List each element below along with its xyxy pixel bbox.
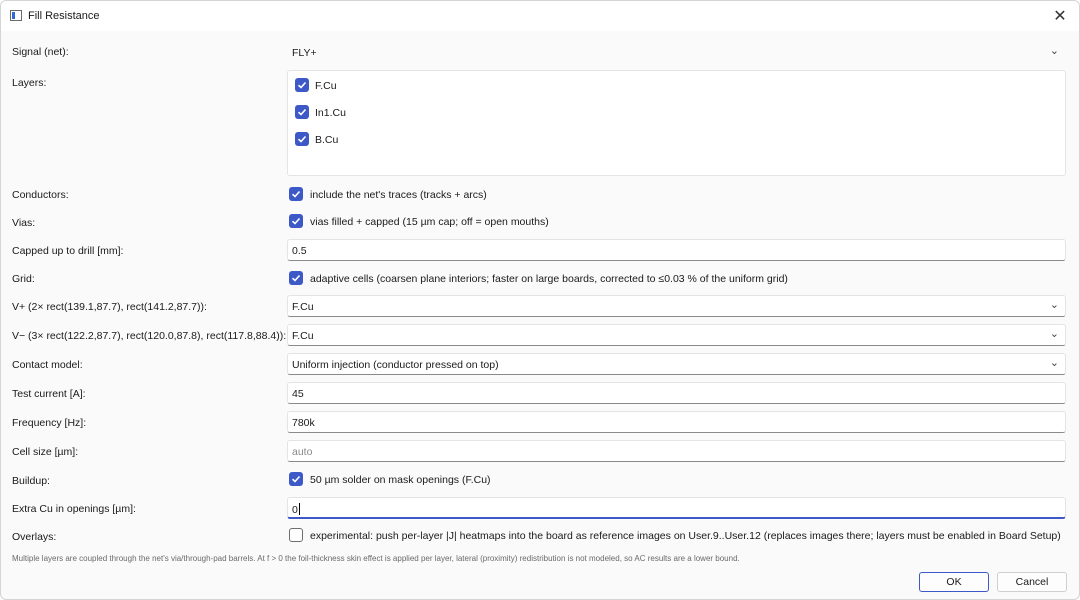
signal-value: FLY+: [292, 47, 317, 59]
vminus-layer-select[interactable]: F.Cu ⌄: [287, 324, 1066, 346]
capped-label: Capped up to drill [mm]:: [12, 245, 124, 257]
layer-in1cu-checkbox[interactable]: [295, 105, 309, 119]
grid-checkbox-label: adaptive cells (coarsen plane interiors;…: [310, 273, 788, 285]
layers-list: F.Cu In1.Cu B.Cu: [287, 70, 1066, 176]
contact-value: Uniform injection (conductor pressed on …: [292, 359, 499, 371]
signal-select[interactable]: FLY+ ⌄: [287, 41, 1066, 63]
vias-label: Vias:: [12, 217, 36, 229]
signal-label: Signal (net):: [12, 46, 69, 58]
grid-label: Grid:: [12, 273, 35, 285]
cellsize-placeholder: auto: [292, 446, 313, 458]
vminus-label: V− (3× rect(122.2,87.7), rect(120.0,87.8…: [12, 330, 287, 342]
window-title: Fill Resistance: [28, 10, 100, 22]
vplus-value: F.Cu: [292, 301, 314, 313]
chevron-down-icon: ⌄: [1049, 45, 1059, 57]
cell-size-input[interactable]: auto: [287, 440, 1066, 462]
vplus-layer-select[interactable]: F.Cu ⌄: [287, 295, 1066, 317]
layer-fcu-label: F.Cu: [315, 80, 337, 92]
conductors-label: Conductors:: [12, 189, 69, 201]
buildup-checkbox[interactable]: [289, 472, 303, 486]
buildup-label: Buildup:: [12, 475, 50, 487]
frequency-value: 780k: [292, 417, 315, 429]
conductors-checkbox[interactable]: [289, 187, 303, 201]
title-bar: Fill Resistance ✕: [1, 1, 1079, 31]
vias-checkbox[interactable]: [289, 214, 303, 228]
footnote: Multiple layers are coupled through the …: [12, 554, 740, 563]
extracu-label: Extra Cu in openings [µm]:: [12, 503, 136, 515]
grid-checkbox[interactable]: [289, 271, 303, 285]
capped-value: 0.5: [292, 245, 307, 257]
chevron-down-icon: ⌄: [1049, 357, 1059, 369]
contact-model-select[interactable]: Uniform injection (conductor pressed on …: [287, 353, 1066, 375]
vplus-label: V+ (2× rect(139.1,87.7), rect(141.2,87.7…: [12, 301, 207, 313]
close-icon[interactable]: ✕: [1049, 6, 1071, 26]
vias-checkbox-label: vias filled + capped (15 µm cap; off = o…: [310, 216, 549, 228]
text-caret: [298, 503, 300, 515]
vminus-value: F.Cu: [292, 330, 314, 342]
conductors-checkbox-label: include the net's traces (tracks + arcs): [310, 189, 487, 201]
layer-fcu-checkbox[interactable]: [295, 78, 309, 92]
app-window-icon: [10, 10, 22, 21]
cellsize-label: Cell size [µm]:: [12, 446, 79, 458]
extra-cu-input[interactable]: 0: [287, 497, 1066, 519]
extracu-value-wrap: 0: [292, 503, 300, 516]
cancel-button[interactable]: Cancel: [997, 572, 1067, 592]
layer-bcu-label: B.Cu: [315, 134, 339, 146]
overlays-checkbox[interactable]: [289, 528, 303, 542]
chevron-down-icon: ⌄: [1049, 328, 1059, 340]
fill-resistance-dialog: Fill Resistance ✕ Signal (net): FLY+ ⌄ L…: [0, 0, 1080, 600]
layer-in1cu-label: In1.Cu: [315, 107, 346, 119]
extracu-value: 0: [292, 504, 298, 516]
ok-button[interactable]: OK: [919, 572, 989, 592]
chevron-down-icon: ⌄: [1049, 299, 1059, 311]
test-current-input[interactable]: 45: [287, 382, 1066, 404]
layers-label: Layers:: [12, 77, 47, 89]
overlays-label: Overlays:: [12, 531, 57, 543]
capped-drill-input[interactable]: 0.5: [287, 239, 1066, 261]
frequency-label: Frequency [Hz]:: [12, 417, 87, 429]
buildup-checkbox-label: 50 µm solder on mask openings (F.Cu): [310, 474, 491, 486]
current-value: 45: [292, 388, 304, 400]
frequency-input[interactable]: 780k: [287, 411, 1066, 433]
current-label: Test current [A]:: [12, 388, 86, 400]
overlays-checkbox-label: experimental: push per-layer |J| heatmap…: [310, 530, 1061, 542]
contact-label: Contact model:: [12, 359, 83, 371]
layer-bcu-checkbox[interactable]: [295, 132, 309, 146]
